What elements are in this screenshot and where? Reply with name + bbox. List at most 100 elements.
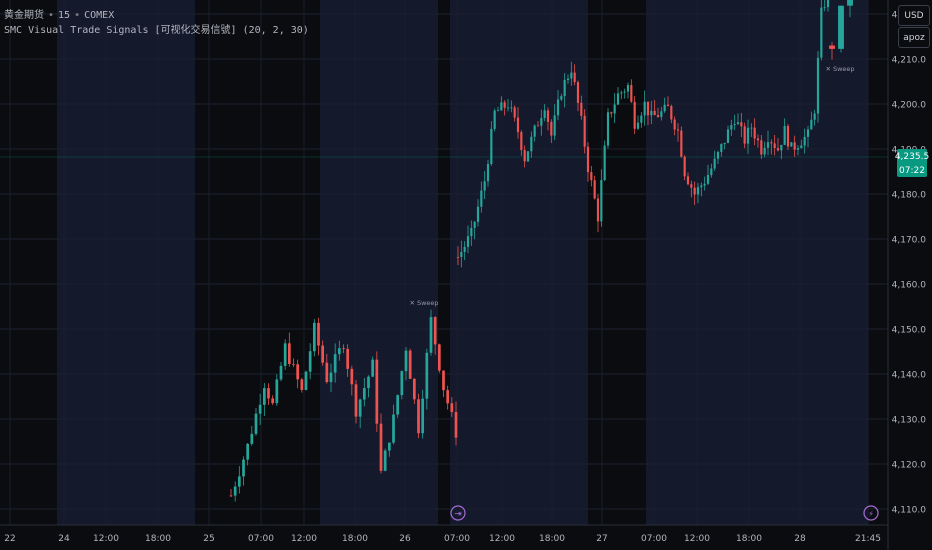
x-tick-label: 22 [4, 534, 15, 544]
y-tick-label: 4,140.0 [892, 371, 927, 381]
candle-body [793, 142, 796, 150]
candle-body [633, 101, 636, 129]
y-tick-label: 4,200.0 [892, 101, 927, 111]
candle-body [237, 476, 241, 487]
split-icon: ⇥ [454, 510, 462, 520]
candle-body [810, 119, 813, 130]
candle-body [580, 102, 583, 116]
candle-body [690, 184, 693, 188]
y-tick-label: 4,180.0 [892, 191, 927, 201]
candle-body [590, 172, 593, 181]
time-axis[interactable]: 22 24 12:00 18:00 25 07:00 12:00 18:00 26 07:00 12… [4, 534, 881, 544]
x-tick-label: 26 [399, 534, 411, 544]
candle-body [483, 181, 486, 191]
candle-body [696, 187, 700, 195]
price-chart[interactable]: ✕ Sweep ✕ Sweep 4,110.0 4,120.0 4,130.0 4,14… [0, 0, 932, 550]
candle-body [358, 399, 362, 417]
candle-body [546, 110, 550, 122]
x-tick-label: 07:00 [444, 534, 470, 544]
candle-body [556, 99, 560, 116]
candle-body [706, 175, 710, 184]
candle-body [553, 115, 556, 136]
candle-body [262, 388, 266, 405]
candle-body [770, 142, 773, 144]
symbol-line: 黄金期货 • 15 • COMEX [4, 10, 115, 21]
candle-body [229, 495, 233, 497]
currency-button[interactable]: USD [898, 5, 930, 26]
candle-body [375, 359, 379, 424]
candle-body [563, 79, 566, 97]
candle-body [312, 322, 316, 352]
candle-body [287, 343, 291, 364]
candle-body [790, 142, 793, 147]
candle-body [346, 348, 350, 369]
candle-body [442, 370, 445, 391]
candle-body [454, 412, 458, 438]
interval[interactable]: 15 [58, 10, 70, 21]
candle-body [233, 486, 237, 496]
candle-body [676, 129, 680, 131]
candle-body [613, 104, 616, 114]
candle-body [796, 148, 800, 150]
candle-body [776, 148, 780, 151]
candle-body [490, 128, 493, 165]
y-tick-label: 4,110.0 [892, 506, 927, 516]
exchange: COMEX [84, 10, 115, 21]
candle-body [304, 371, 308, 390]
candle-body [383, 450, 387, 471]
candle-body [429, 317, 433, 353]
candle-body [530, 136, 533, 152]
candle-body [379, 423, 383, 471]
candle-body [760, 140, 763, 155]
candle-body [460, 251, 463, 258]
candle-body [342, 348, 345, 349]
x-tick-label: 24 [58, 534, 70, 544]
candle-body [321, 345, 325, 363]
candle-body [703, 183, 706, 186]
candle-body [513, 107, 516, 118]
candle-body [433, 317, 437, 345]
x-tick-label: 18:00 [736, 534, 762, 544]
candle-body [643, 101, 646, 116]
candle-body [392, 414, 395, 443]
candle-body [570, 72, 573, 79]
candle-body [275, 379, 279, 404]
candle-body [425, 352, 429, 399]
candle-body [476, 206, 480, 222]
candle-body [271, 398, 275, 404]
candle-body [456, 257, 460, 258]
candle-body [603, 145, 606, 181]
candle-body [838, 5, 844, 49]
candle-body [404, 350, 408, 372]
candle-body [620, 92, 623, 94]
x-tick-label: 18:00 [342, 534, 368, 544]
candle-body [680, 130, 683, 157]
indicator-line[interactable]: SMC Visual Trade Signals [可视化交易信號] (20, … [4, 23, 309, 38]
candle-body [813, 113, 816, 120]
candle-body [421, 398, 425, 434]
candle-body [516, 117, 520, 133]
candle-body [673, 119, 676, 130]
candle-body [523, 150, 526, 162]
symbol-name[interactable]: 黄金期货 [4, 10, 44, 21]
x-tick-label: 18:00 [145, 534, 171, 544]
candle-body [670, 106, 673, 120]
candle-body [533, 125, 536, 137]
y-tick-label: 4,210.0 [892, 56, 927, 66]
candle-body [258, 404, 262, 414]
candle-body [446, 390, 450, 404]
candle-body [623, 91, 626, 93]
candle-body [593, 180, 596, 199]
candle-body [550, 121, 553, 136]
candle-body [543, 110, 546, 119]
candle-body [292, 363, 295, 365]
candle-body [656, 115, 660, 118]
scale-mode-button[interactable]: apoz [898, 27, 930, 48]
last-price-label: 4,235.5 [895, 149, 929, 164]
x-tick-label: 07:00 [641, 534, 667, 544]
candle-body [753, 127, 756, 139]
y-tick-label: 4,120.0 [892, 461, 927, 471]
candle-body [317, 322, 320, 346]
x-tick-label: 27 [596, 534, 607, 544]
candle-body [660, 111, 663, 118]
